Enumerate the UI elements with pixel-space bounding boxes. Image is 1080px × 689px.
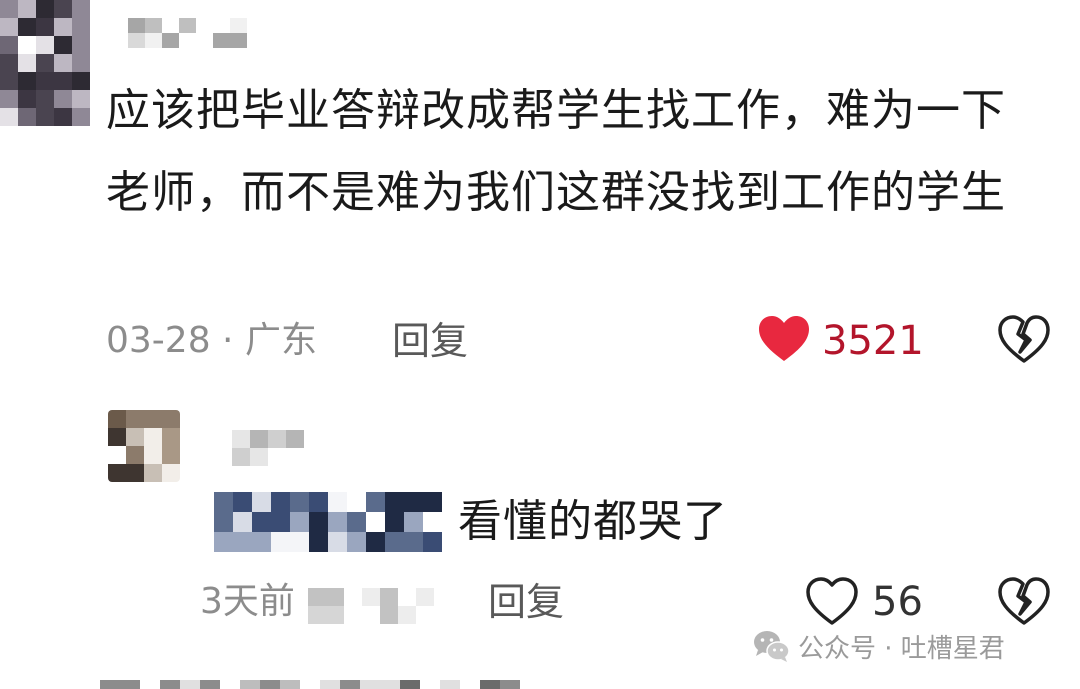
username-blurred[interactable] (128, 18, 268, 48)
next-comment-blurred (100, 680, 520, 689)
watermark: 公众号 · 吐槽星君 (752, 626, 1005, 666)
watermark-text: 公众号 · 吐槽星君 (798, 633, 1005, 664)
reply-button[interactable]: 回复 (392, 313, 468, 369)
broken-heart-icon (998, 577, 1050, 625)
like-count: 3521 (822, 318, 924, 364)
dislike-button[interactable] (996, 312, 1052, 368)
reply-mention-blurred[interactable] (214, 492, 450, 554)
like-button[interactable] (756, 312, 812, 368)
reply-avatar[interactable] (108, 410, 180, 482)
heart-outline-icon (806, 577, 858, 625)
avatar[interactable] (0, 0, 90, 126)
reply-location-blurred (308, 588, 438, 624)
comment-text: 应该把毕业答辩改成帮学生找工作，难为一下老师，而不是难为我们这群没找到工作的学生 (106, 85, 1006, 218)
reply-like-button[interactable] (804, 574, 860, 630)
reply-reply-button[interactable]: 回复 (488, 574, 564, 630)
reply-dislike-button[interactable] (996, 574, 1052, 630)
reply-like-count: 56 (872, 579, 923, 625)
reply-date: 3天前 (200, 581, 295, 622)
broken-heart-icon (998, 315, 1050, 363)
comment-date-location: 03-28 · 广东 (106, 320, 317, 361)
comment-thread: 应该把毕业答辩改成帮学生找工作，难为一下老师，而不是难为我们这群没找到工作的学生… (0, 0, 1080, 689)
heart-icon (759, 316, 809, 361)
reply-username-blurred[interactable] (232, 430, 312, 468)
wechat-icon (754, 631, 790, 662)
reply-text: 看懂的都哭了 (458, 496, 728, 547)
